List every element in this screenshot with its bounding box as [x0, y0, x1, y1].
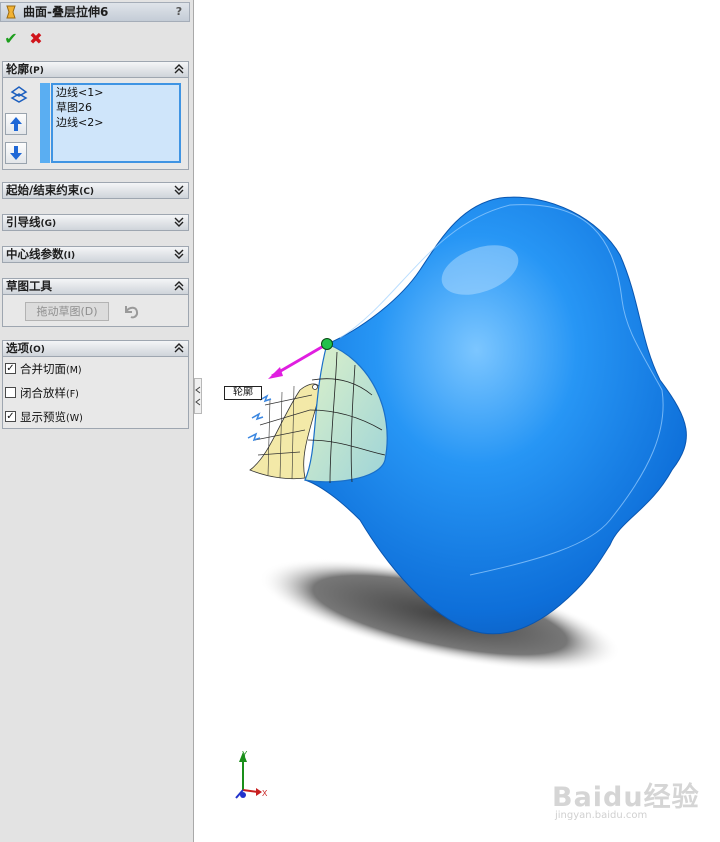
section-guides-header[interactable]: 引导线(G) — [2, 214, 189, 231]
loft-surface-icon — [6, 5, 16, 19]
property-manager-panel: 曲面-叠层拉伸6 ? ✔ ✖ 轮廓(P) 边线<1> 草图26 边线<2> 起始… — [0, 0, 194, 842]
profile-callout-label[interactable]: 轮廓 — [224, 386, 262, 400]
chevron-down-icon[interactable] — [173, 184, 185, 196]
section-start-end-header[interactable]: 起始/结束约束(C) — [2, 182, 189, 199]
profile-list-item[interactable]: 草图26 — [53, 100, 179, 115]
arrow-down-icon — [10, 146, 22, 160]
section-sketch-tools-label: 草图工具 — [6, 279, 52, 293]
property-manager-titlebar: 曲面-叠层拉伸6 ? — [0, 2, 190, 22]
profile-list-item[interactable]: 边线<1> — [53, 85, 179, 100]
section-options-label: 选项 — [6, 341, 29, 355]
graphics-viewport[interactable]: Y X — [195, 0, 720, 842]
move-up-button[interactable] — [5, 113, 27, 135]
show-preview-checkbox[interactable]: ✓ 显示预览(W) — [5, 409, 83, 425]
profile-list[interactable]: 边线<1> 草图26 边线<2> — [51, 83, 181, 163]
checkbox-box[interactable] — [5, 387, 16, 398]
help-icon[interactable]: ? — [172, 5, 186, 19]
checkbox-box[interactable]: ✓ — [5, 411, 16, 422]
section-centerline-header[interactable]: 中心线参数(I) — [2, 246, 189, 263]
section-profiles-header[interactable]: 轮廓(P) — [2, 61, 189, 78]
ok-check-icon[interactable]: ✔ — [2, 30, 20, 48]
chevron-down-icon[interactable] — [173, 248, 185, 260]
watermark-logo: Baidu经验 — [552, 782, 700, 813]
section-sketch-tools-header[interactable]: 草图工具 — [2, 278, 189, 295]
feature-title: 曲面-叠层拉伸6 — [23, 5, 109, 19]
section-profiles-label: 轮廓 — [6, 62, 29, 76]
move-down-button[interactable] — [5, 142, 27, 164]
checkbox-box[interactable]: ✓ — [5, 363, 16, 374]
drag-sketch-button[interactable]: 拖动草图(D) — [25, 302, 109, 321]
view-triad[interactable]: Y X — [235, 750, 268, 799]
close-loft-checkbox[interactable]: 闭合放样(F) — [5, 385, 79, 401]
section-centerline-shortcut: (I) — [63, 251, 76, 261]
section-centerline-label: 中心线参数 — [6, 247, 64, 261]
checkbox-label: 闭合放样 — [20, 386, 66, 400]
section-guides-label: 引导线 — [6, 215, 41, 229]
chevron-down-icon[interactable] — [173, 216, 185, 228]
arrow-up-icon — [10, 117, 22, 131]
section-start-end-shortcut: (C) — [79, 187, 95, 197]
section-profiles-shortcut: (P) — [29, 66, 44, 76]
watermark-url: jingyan.baidu.com — [555, 810, 648, 821]
cancel-x-icon[interactable]: ✖ — [27, 30, 45, 48]
chevron-up-icon[interactable] — [173, 63, 185, 75]
section-options-shortcut: (O) — [29, 345, 45, 355]
checkbox-shortcut: (F) — [66, 389, 79, 400]
triad-y-label: Y — [242, 750, 248, 759]
section-start-end-label: 起始/结束约束 — [6, 183, 80, 197]
profile-list-selection-bar — [40, 83, 50, 163]
checkbox-shortcut: (W) — [66, 413, 83, 424]
merge-tangent-faces-checkbox[interactable]: ✓ 合并切面(M) — [5, 361, 82, 377]
chevron-up-icon[interactable] — [173, 342, 185, 354]
checkbox-shortcut: (M) — [66, 365, 82, 376]
checkbox-label: 显示预览 — [20, 410, 66, 424]
checkbox-label: 合并切面 — [20, 362, 66, 376]
triad-x-label: X — [262, 789, 268, 798]
section-options-header[interactable]: 选项(O) — [2, 340, 189, 357]
section-guides-shortcut: (G) — [40, 219, 57, 229]
profile-list-item[interactable]: 边线<2> — [53, 115, 179, 130]
undo-icon[interactable] — [120, 302, 142, 320]
chevron-up-icon[interactable] — [173, 280, 185, 292]
profile-loft-icon — [10, 86, 28, 103]
